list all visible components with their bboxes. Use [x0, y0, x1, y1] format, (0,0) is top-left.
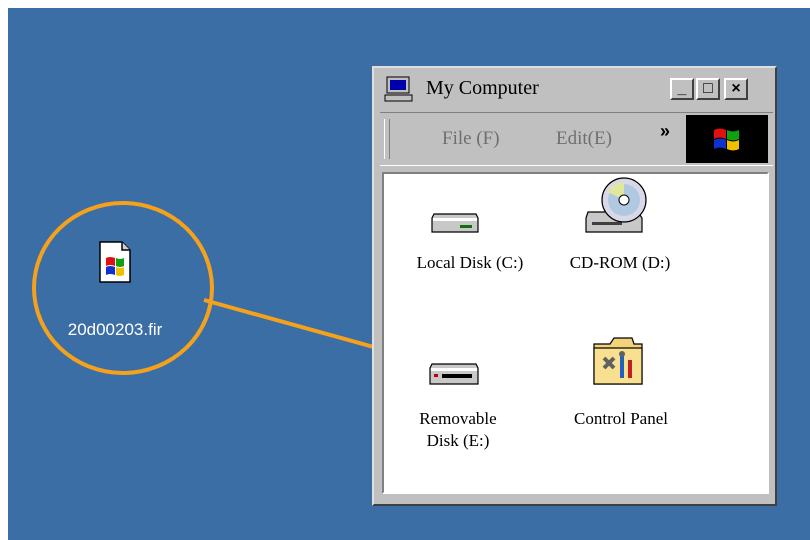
chevron-icon[interactable]: » [660, 121, 670, 142]
menu-bar: File (F) Edit(E) » [380, 112, 773, 166]
windows-logo-icon [686, 115, 768, 163]
hard-disk-icon[interactable] [430, 210, 480, 236]
menu-file[interactable]: File (F) [442, 128, 500, 150]
content-pane: Local Disk (C:) CD-ROM (D:) Removable Di… [382, 172, 769, 494]
control-panel-icon[interactable] [592, 334, 644, 386]
removable-disk-label-line1: Removable [419, 409, 497, 428]
computer-icon [384, 76, 413, 102]
cd-rom-icon[interactable] [584, 176, 650, 238]
removable-disk-icon[interactable] [428, 360, 480, 388]
local-disk-label[interactable]: Local Disk (C:) [396, 252, 544, 274]
minimize-button[interactable]: _ [670, 78, 694, 100]
menu-edit[interactable]: Edit(E) [556, 128, 612, 150]
toolbar-grip[interactable] [384, 119, 390, 159]
window-title: My Computer [426, 77, 539, 99]
cd-rom-label[interactable]: CD-ROM (D:) [550, 252, 690, 274]
removable-disk-label[interactable]: Removable Disk (E:) [398, 408, 518, 452]
close-button[interactable]: × [724, 78, 748, 100]
my-computer-window: My Computer _ □ × File (F) Edit(E) » Loc… [372, 66, 777, 506]
maximize-button[interactable]: □ [696, 78, 720, 100]
desktop: 20d00203.fir My Computer _ □ × File (F) … [8, 8, 810, 540]
removable-disk-label-line2: Disk (E:) [426, 431, 490, 450]
control-panel-label[interactable]: Control Panel [556, 408, 686, 430]
title-bar[interactable]: My Computer _ □ × [378, 72, 771, 108]
